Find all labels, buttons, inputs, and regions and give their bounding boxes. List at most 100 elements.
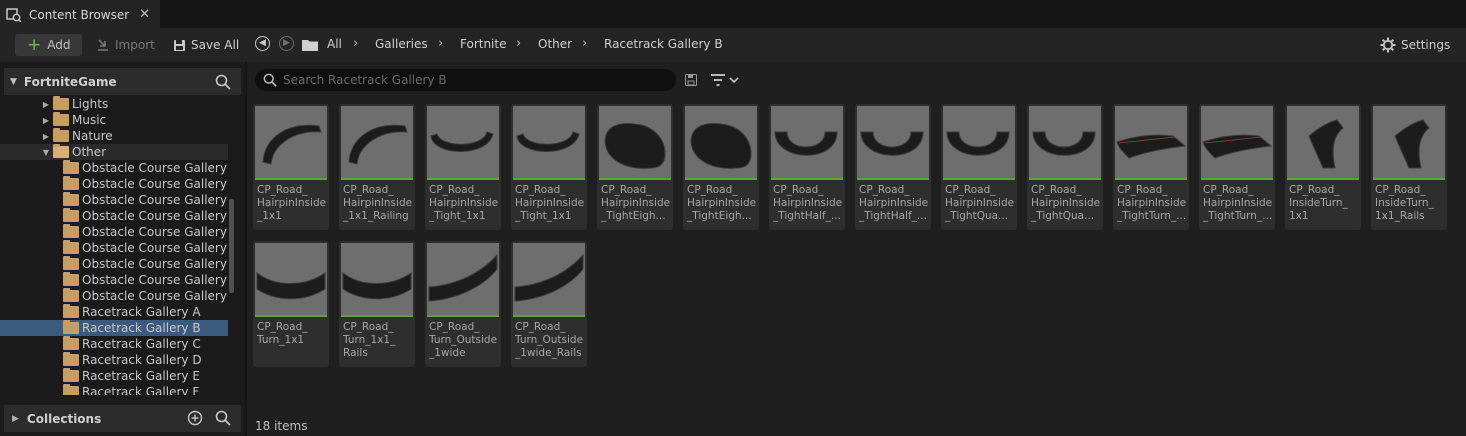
asset-tile[interactable]: CP_Road_ InsideTurn_ 1x1 — [1285, 104, 1361, 230]
tree-folder-label: Obstacle Course Gallery — [82, 161, 227, 175]
history-back-icon[interactable]: ◀ — [255, 36, 270, 51]
tree-folder-item[interactable]: ▶ Music — [0, 112, 228, 128]
asset-tile[interactable]: CP_Road_ Turn_1x1_ Rails — [339, 241, 415, 367]
static-mesh-thumbnail — [255, 243, 327, 315]
collapsed-arrow-icon[interactable]: ▶ — [41, 132, 51, 141]
asset-type-bar — [427, 315, 499, 317]
collapsed-arrow-icon[interactable]: ▶ — [41, 100, 51, 109]
folder-icon[interactable] — [302, 38, 318, 51]
tree-folder-item[interactable]: ▼ Other — [0, 144, 228, 160]
asset-name-label: CP_Road_ HairpinInside _TightTurn_... — [1117, 184, 1187, 222]
breadcrumb-item[interactable]: All — [327, 37, 342, 51]
asset-tile[interactable]: CP_Road_ HairpinInside _TightTurn_... — [1199, 104, 1275, 230]
tree-folder-item[interactable]: Obstacle Course Gallery — [0, 272, 228, 288]
breadcrumb-item[interactable]: Fortnite — [460, 37, 506, 51]
asset-tile[interactable]: CP_Road_ Turn_Outside _1wide_Rails — [511, 241, 587, 367]
asset-name-label: CP_Road_ HairpinInside _TightTurn_... — [1203, 184, 1273, 222]
tree-folder-item[interactable]: Racetrack Gallery A — [0, 304, 228, 320]
history-forward-icon[interactable]: ▶ — [279, 36, 294, 51]
tree-folder-item[interactable]: Obstacle Course Gallery — [0, 192, 228, 208]
static-mesh-thumbnail — [1201, 106, 1273, 178]
tree-folder-item[interactable]: ▶ Nature — [0, 128, 228, 144]
sources-header[interactable]: ▼ FortniteGame — [4, 68, 241, 95]
tree-folder-item[interactable]: Obstacle Course Gallery — [0, 240, 228, 256]
filter-icon — [711, 74, 725, 86]
asset-tile[interactable]: CP_Road_ HairpinInside _TightEigh... — [683, 104, 759, 230]
asset-tile[interactable]: CP_Road_ HairpinInside _TightQua... — [941, 104, 1017, 230]
sources-panel: ▼ FortniteGame ▶ Lights ▶ Music ▶ Nature ▼ Othe… — [0, 62, 245, 436]
tree-folder-item[interactable]: Obstacle Course Gallery — [0, 208, 228, 224]
tab-content-browser[interactable]: Content Browser ✕ — [0, 0, 160, 28]
tree-folder-item[interactable]: Obstacle Course Gallery — [0, 224, 228, 240]
folder-icon — [63, 320, 79, 334]
save-icon — [174, 39, 185, 51]
tab-strip: Content Browser ✕ — [0, 0, 1466, 28]
search-icon[interactable] — [215, 410, 231, 426]
asset-type-bar — [341, 178, 413, 180]
asset-name-label: CP_Road_ InsideTurn_ 1x1 — [1289, 184, 1348, 222]
tree-folder-item[interactable]: Racetrack Gallery B — [0, 320, 228, 336]
asset-type-bar — [1373, 178, 1445, 180]
tree-folder-item[interactable]: Obstacle Course Gallery — [0, 160, 228, 176]
asset-tile[interactable]: CP_Road_ HairpinInside _TightEigh... — [597, 104, 673, 230]
tree-folder-item[interactable]: Racetrack Gallery D — [0, 352, 228, 368]
breadcrumb-chevron-icon: › — [516, 36, 522, 51]
settings-button[interactable]: Settings — [1380, 35, 1450, 55]
sources-root-label: FortniteGame — [23, 74, 117, 89]
asset-name-label: CP_Road_ Turn_Outside _1wide_Rails — [515, 321, 584, 359]
asset-tile[interactable]: CP_Road_ HairpinInside _TightQua... — [1027, 104, 1103, 230]
folder-icon — [53, 96, 69, 110]
search-input[interactable] — [283, 73, 663, 87]
asset-search-bar[interactable] — [255, 69, 676, 91]
static-mesh-thumbnail — [341, 106, 413, 178]
tree-folder-item[interactable]: Racetrack Gallery C — [0, 336, 228, 352]
tree-folder-item[interactable]: Obstacle Course Gallery — [0, 288, 228, 304]
asset-type-bar — [943, 178, 1015, 180]
search-icon[interactable] — [215, 74, 231, 90]
static-mesh-thumbnail — [685, 106, 757, 178]
folder-icon — [63, 384, 79, 395]
asset-name-label: CP_Road_ Turn_1x1_ Rails — [343, 321, 396, 359]
add-collection-icon[interactable] — [187, 410, 203, 426]
expand-triangle-icon[interactable]: ▶ — [12, 414, 19, 424]
asset-tile[interactable]: CP_Road_ Turn_Outside _1wide — [425, 241, 501, 367]
asset-type-bar — [771, 178, 843, 180]
tree-folder-item[interactable]: Obstacle Course Gallery — [0, 176, 228, 192]
asset-type-bar — [1287, 178, 1359, 180]
tree-folder-item[interactable]: Racetrack Gallery F — [0, 384, 228, 395]
asset-tile[interactable]: CP_Road_ HairpinInside _1x1 — [253, 104, 329, 230]
filter-button[interactable] — [710, 73, 739, 87]
import-button[interactable]: Import — [96, 35, 155, 55]
asset-tile[interactable]: CP_Road_ HairpinInside _Tight_1x1 — [425, 104, 501, 230]
tree-folder-item[interactable]: Obstacle Course Gallery — [0, 256, 228, 272]
close-icon[interactable]: ✕ — [139, 7, 150, 22]
collapsed-arrow-icon[interactable]: ▶ — [41, 116, 51, 125]
tree-folder-item[interactable]: ▶ Lights — [0, 96, 228, 112]
asset-type-bar — [1029, 178, 1101, 180]
save-search-icon[interactable] — [685, 74, 697, 86]
static-mesh-thumbnail — [1029, 106, 1101, 178]
content-browser-icon — [6, 8, 22, 22]
folder-icon — [63, 352, 79, 366]
asset-tile[interactable]: CP_Road_ InsideTurn_ 1x1_Rails — [1371, 104, 1447, 230]
collections-header[interactable]: ▶ Collections — [4, 405, 241, 432]
tree-folder-label: Racetrack Gallery E — [82, 369, 200, 383]
asset-tile[interactable]: CP_Road_ HairpinInside _Tight_1x1_... — [511, 104, 587, 230]
expanded-arrow-icon[interactable]: ▼ — [41, 148, 51, 157]
asset-name-label: CP_Road_ HairpinInside _TightQua... — [945, 184, 1015, 222]
save-all-button[interactable]: Save All — [173, 35, 239, 55]
collapse-triangle-icon[interactable]: ▼ — [10, 77, 17, 87]
asset-tile[interactable]: CP_Road_ HairpinInside _TightTurn_... — [1113, 104, 1189, 230]
add-button[interactable]: + Add — [15, 34, 82, 56]
asset-tile[interactable]: CP_Road_ HairpinInside _TightHalf_... — [855, 104, 931, 230]
breadcrumb-chevron-icon: › — [438, 36, 444, 51]
tree-scrollbar[interactable] — [229, 199, 234, 293]
breadcrumb-item[interactable]: Other — [538, 37, 572, 51]
asset-tile[interactable]: CP_Road_ HairpinInside _TightHalf_... — [769, 104, 845, 230]
breadcrumb-item[interactable]: Galleries — [375, 37, 428, 51]
tree-folder-item[interactable]: Racetrack Gallery E — [0, 368, 228, 384]
asset-tile[interactable]: CP_Road_ HairpinInside _1x1_Railing — [339, 104, 415, 230]
folder-icon — [63, 368, 79, 382]
breadcrumb-current[interactable]: Racetrack Gallery B — [604, 37, 723, 51]
asset-tile[interactable]: CP_Road_ Turn_1x1 — [253, 241, 329, 367]
